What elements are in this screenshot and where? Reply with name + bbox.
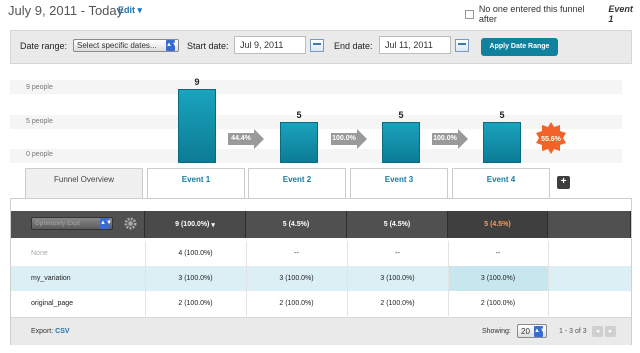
tab-event-2[interactable]: Event 2 [248,168,346,198]
export-area: Export: CSV [31,328,70,335]
showing-label: Showing: [482,328,511,335]
header-event-4: 5 (4.5%) [448,211,548,238]
conversion-rate: 100.0% [331,133,357,145]
apply-date-range-button[interactable]: Apply Date Range [481,38,558,56]
y-tick-label: 9 people [26,84,53,91]
table-cell: 3 (100.0%) [279,275,314,282]
row-label: None [31,250,48,257]
table-cell: -- [495,250,501,257]
header-spacer [548,211,631,238]
column-divider [347,241,348,316]
edit-label[interactable]: Edit [118,5,135,15]
table-header-row: Optimizely Expt ▲▼ 9 (100.0%) ▾ 5 (4.5%)… [11,211,631,238]
funnel-bar-3 [382,122,420,163]
table-cell: 4 (100.0%) [178,250,213,257]
next-page-button[interactable]: ▸ [605,326,616,337]
date-range-label: Date range: [20,41,68,51]
conversion-rate: 44.4% [228,133,254,145]
tab-event-4[interactable]: Event 4 [452,168,550,198]
overall-conversion-badge: 55.6% [536,122,566,154]
table-cell: 2 (100.0%) [279,300,314,307]
date-range-select[interactable]: Select specific dates... ▲▼ [73,39,179,52]
add-event-button[interactable]: + [557,176,570,189]
conversion-arrow: 100.0% [331,129,367,149]
select-arrow-icon: ▲▼ [100,218,112,229]
page-title: July 9, 2011 - Today [8,3,124,18]
header-event-2: 5 (4.5%) [246,211,347,238]
segment-cell: Optimizely Expt ▲▼ [11,211,145,238]
tab-funnel-overview[interactable]: Funnel Overview [25,168,143,199]
funnel-bar-4 [483,122,521,163]
edit-date-link[interactable]: Edit ▾ [118,5,142,16]
table-cell: 2 (100.0%) [178,300,213,307]
segment-value: Optimizely Expt [35,220,81,227]
calendar-icon[interactable] [455,39,469,52]
calendar-icon[interactable] [310,39,324,52]
table-cell: 3 (100.0%) [448,266,548,291]
y-tick-label: 5 people [26,118,53,125]
column-divider [246,241,247,316]
table-row: original_page 2 (100.0%) 2 (100.0%) 2 (1… [11,291,631,316]
page-size-select[interactable]: 20 ▲▼ [517,324,547,338]
row-label: original_page [31,300,74,307]
chevron-down-icon: ▾ [137,5,143,15]
bar-value-label: 5 [499,110,505,120]
funnel-option-checkbox[interactable] [465,9,474,19]
export-label: Export: [31,328,54,335]
select-arrow-icon: ▲▼ [166,40,178,51]
table-cell: 2 (100.0%) [380,300,415,307]
column-divider [448,241,449,316]
start-date-label: Start date: [187,41,229,51]
overall-conversion-value: 55.6% [541,136,562,143]
grid-band [10,80,622,94]
page-size-value: 20 [521,326,530,336]
y-tick-label: 0 people [26,151,53,158]
select-arrow-icon: ▲▼ [534,325,546,337]
conversion-arrow: 44.4% [228,129,264,149]
funnel-bar-2 [280,122,318,163]
bar-value-label: 5 [296,110,302,120]
tab-event-3[interactable]: Event 3 [350,168,448,198]
tab-event-1[interactable]: Event 1 [147,168,245,198]
funnel-option-event: Event 1 [608,4,633,24]
end-date-label: End date: [334,41,373,51]
table-cell: 3 (100.0%) [380,275,415,282]
table-row: my_variation 3 (100.0%) 3 (100.0%) 3 (10… [11,266,631,291]
funnel-table: Optimizely Expt ▲▼ 9 (100.0%) ▾ 5 (4.5%)… [10,198,632,345]
prev-page-button[interactable]: ◂ [592,326,603,337]
pagination-range: 1 - 3 of 3 [559,328,587,335]
conversion-rate: 100.0% [432,133,458,145]
end-date-input[interactable]: Jul 11, 2011 [379,36,451,54]
header-event-3: 5 (4.5%) [347,211,448,238]
funnel-bar-1 [178,89,216,163]
table-cell: 3 (100.0%) [178,275,213,282]
export-csv-link[interactable]: CSV [55,328,69,335]
row-label: my_variation [31,275,71,282]
date-range-bar: Date range: Select specific dates... ▲▼ … [10,30,632,64]
start-date-input[interactable]: Jul 9, 2011 [234,36,306,54]
table-cell: -- [294,250,299,257]
gear-icon[interactable] [124,217,137,230]
header-event-1[interactable]: 9 (100.0%) ▾ [145,211,246,238]
column-divider [548,241,549,316]
funnel-option[interactable]: No one entered this funnel after Event 1 [465,4,640,24]
bar-value-label: 9 [194,77,200,87]
table-cell: -- [395,250,400,257]
column-divider [145,241,146,316]
table-cell [548,266,631,291]
conversion-arrow: 100.0% [432,129,468,149]
date-range-value: Select specific dates... [77,41,157,50]
table-row: None 4 (100.0%) -- -- -- [11,241,631,266]
funnel-option-label: No one entered this funnel after [478,4,585,24]
chevron-down-icon: ▾ [211,221,215,229]
table-cell: 2 (100.0%) [480,300,516,307]
segment-select[interactable]: Optimizely Expt ▲▼ [31,217,113,230]
table-footer: Export: CSV Showing: 20 ▲▼ 1 - 3 of 3 ◂ … [11,317,631,345]
bar-value-label: 5 [398,110,404,120]
header-event-1-value: 9 (100.0%) [175,221,210,228]
